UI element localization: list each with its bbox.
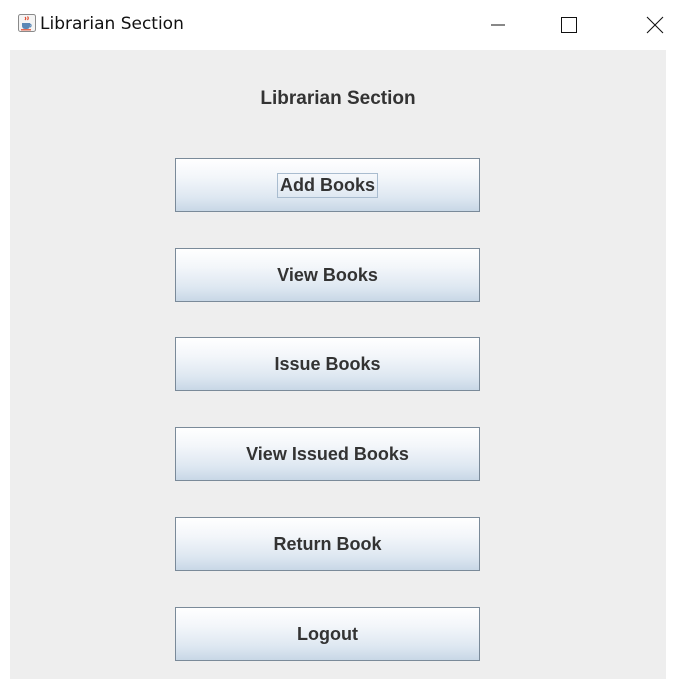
window-title: Librarian Section (40, 14, 184, 34)
page-title: Librarian Section (260, 88, 416, 109)
title-bar[interactable]: Librarian Section (0, 0, 676, 50)
close-button[interactable] (638, 8, 672, 42)
view-books-button[interactable]: View Books (175, 248, 480, 302)
return-book-button[interactable]: Return Book (175, 517, 480, 571)
app-window: Librarian Section Librarian Section Add … (0, 0, 676, 679)
issue-books-label: Issue Books (274, 353, 381, 374)
add-books-button[interactable]: Add Books (175, 158, 480, 212)
java-cup-icon (18, 14, 36, 32)
view-books-label: View Books (277, 264, 378, 285)
add-books-label: Add Books (276, 172, 378, 198)
maximize-icon (560, 16, 578, 34)
issue-books-button[interactable]: Issue Books (175, 337, 480, 391)
logout-button[interactable]: Logout (175, 607, 480, 661)
close-icon (646, 16, 664, 34)
librarian-panel: Librarian Section Add Books View Books I… (10, 50, 666, 679)
logout-label: Logout (297, 623, 358, 644)
view-issued-books-button[interactable]: View Issued Books (175, 427, 480, 481)
view-issued-books-label: View Issued Books (246, 443, 409, 464)
minimize-button[interactable] (481, 8, 515, 42)
minimize-icon (490, 17, 506, 33)
maximize-button[interactable] (552, 8, 586, 42)
return-book-label: Return Book (273, 533, 382, 554)
